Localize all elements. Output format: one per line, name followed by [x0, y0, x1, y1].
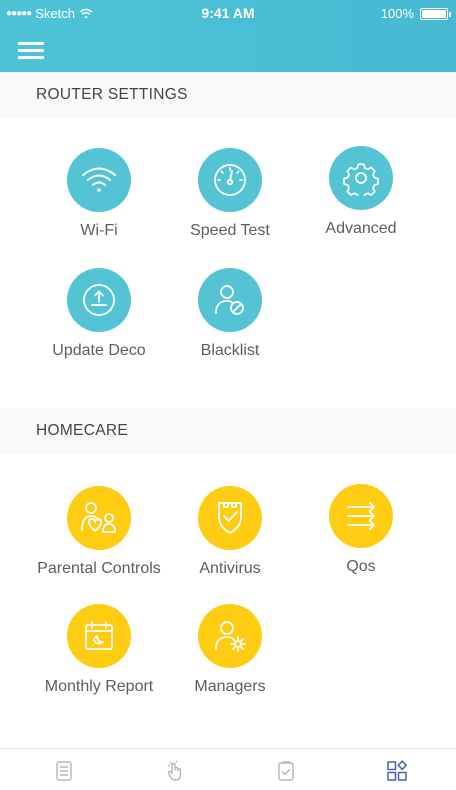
- calendar-icon: [67, 604, 131, 668]
- hand-pointer-icon[interactable]: [163, 759, 187, 783]
- tile-managers[interactable]: Managers: [160, 604, 300, 696]
- tile-label: Monthly Report: [44, 678, 154, 695]
- homecare-header: HOMECARE: [0, 408, 456, 454]
- tile-label: Update Deco: [52, 342, 146, 359]
- hamburger-menu-icon[interactable]: [18, 40, 46, 62]
- tile-antivirus[interactable]: Antivirus: [160, 486, 300, 578]
- tile-label: Parental Controls: [37, 560, 161, 577]
- family-icon: [67, 486, 131, 550]
- status-right: 100%: [380, 6, 451, 21]
- battery-fill: [422, 9, 446, 18]
- tile-label: Blacklist: [200, 342, 260, 359]
- user-blocked-icon: [198, 268, 262, 332]
- clipboard-check-icon[interactable]: [274, 759, 298, 783]
- bottom-tab-bar: [0, 748, 456, 790]
- tile-label: Wi-Fi: [80, 222, 118, 239]
- tile-update-deco[interactable]: Update Deco: [29, 268, 169, 360]
- shield-icon: [198, 486, 262, 550]
- tile-label: Qos: [346, 558, 376, 575]
- arrows-icon: [329, 484, 393, 548]
- speedometer-icon: [198, 148, 262, 212]
- battery-percent: 100%: [380, 6, 414, 21]
- status-bar: ●●●●● Sketch 9:41 AM 100%: [0, 0, 456, 28]
- app-header: ●●●●● Sketch 9:41 AM 100%: [0, 0, 456, 72]
- gear-icon: [329, 146, 393, 210]
- tile-label: Antivirus: [199, 560, 261, 577]
- router-settings-header: ROUTER SETTINGS: [0, 72, 456, 118]
- tile-wifi[interactable]: Wi-Fi: [29, 148, 169, 240]
- tile-label: Speed Test: [190, 222, 270, 239]
- tile-label: Advanced: [325, 220, 397, 237]
- tile-speed-test[interactable]: Speed Test: [160, 148, 300, 240]
- tile-qos[interactable]: Qos: [291, 484, 431, 576]
- wifi-icon: [67, 148, 131, 212]
- tile-blacklist[interactable]: Blacklist: [160, 268, 300, 360]
- tile-parental-controls[interactable]: Parental Controls: [29, 486, 169, 578]
- user-gear-icon: [198, 604, 262, 668]
- tile-label: Managers: [194, 678, 266, 695]
- battery-icon: [420, 7, 451, 20]
- tile-advanced[interactable]: Advanced: [291, 146, 431, 238]
- tile-monthly-report[interactable]: Monthly Report: [29, 604, 169, 696]
- list-icon[interactable]: [52, 759, 76, 783]
- upload-icon: [67, 268, 131, 332]
- grid-icon[interactable]: [385, 759, 409, 783]
